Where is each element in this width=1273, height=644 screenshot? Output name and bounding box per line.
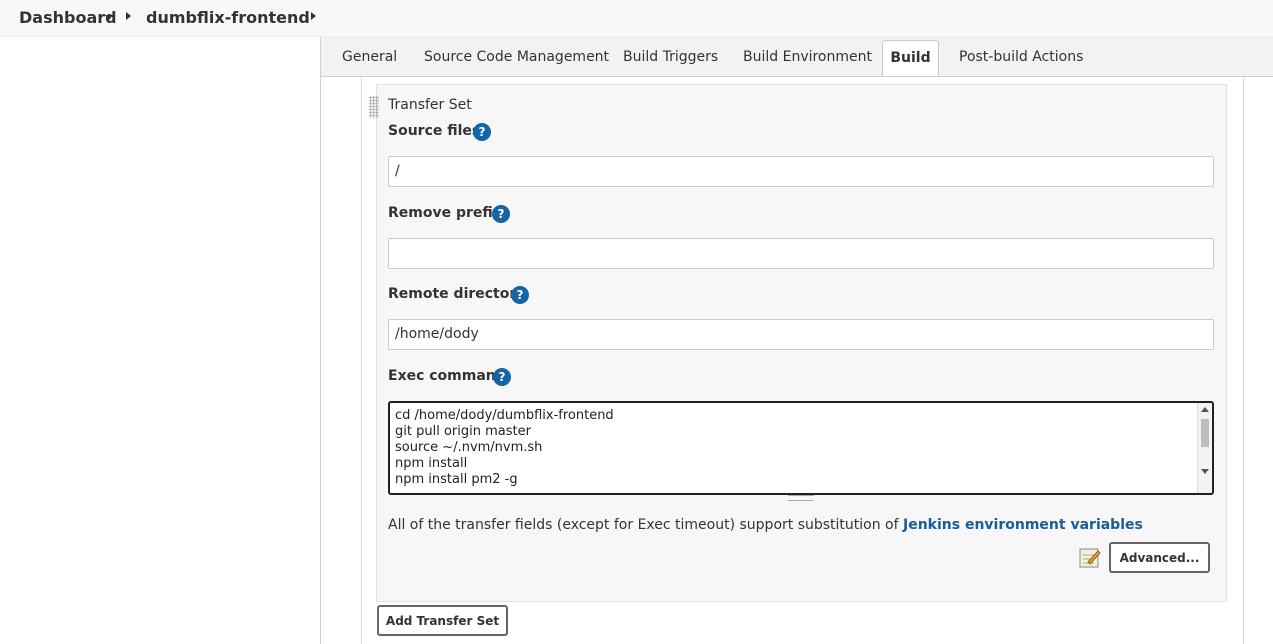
transfer-set-title: Transfer Set	[388, 97, 472, 113]
tab-source-code-management[interactable]: Source Code Management	[424, 49, 609, 65]
scrollbar[interactable]	[1197, 403, 1212, 493]
config-tabs: General Source Code Management Build Tri…	[321, 37, 1273, 77]
advanced-button[interactable]: Advanced...	[1109, 542, 1210, 573]
breadcrumb: Dashboard dumbflix-frontend	[0, 0, 1273, 37]
info-text: All of the transfer fields (except for E…	[388, 517, 904, 533]
scroll-thumb[interactable]	[1201, 419, 1209, 447]
drag-handle[interactable]	[369, 96, 379, 118]
chevron-right-icon	[126, 12, 131, 20]
remove-prefix-input[interactable]	[388, 238, 1214, 269]
chevron-down-icon[interactable]	[105, 15, 113, 20]
tab-general[interactable]: General	[342, 49, 397, 65]
help-icon[interactable]: ?	[511, 286, 529, 304]
code-line: npm install	[395, 456, 468, 471]
scroll-up-icon[interactable]	[1201, 407, 1209, 412]
source-files-input[interactable]: /	[388, 156, 1214, 187]
source-files-label: Source files	[388, 123, 481, 139]
code-line: cd /home/dody/dumbflix-frontend	[395, 408, 614, 423]
exec-command-textarea[interactable]: cd /home/dody/dumbflix-frontend git pull…	[388, 401, 1214, 495]
remote-directory-label: Remote directory	[388, 286, 526, 302]
help-icon[interactable]: ?	[473, 123, 491, 141]
substitution-info: All of the transfer fields (except for E…	[388, 517, 1143, 533]
code-line: npm install pm2 -g	[395, 472, 518, 487]
notepad-icon[interactable]	[1079, 547, 1101, 569]
add-transfer-set-button[interactable]: Add Transfer Set	[377, 605, 508, 636]
code-line: git pull origin master	[395, 424, 531, 439]
remove-prefix-label: Remove prefix	[388, 205, 502, 221]
tab-build[interactable]: Build	[882, 40, 939, 76]
jenkins-env-vars-link[interactable]: Jenkins environment variables	[903, 517, 1143, 533]
resize-handle[interactable]	[788, 495, 814, 501]
help-icon[interactable]: ?	[493, 368, 511, 386]
chevron-right-icon[interactable]	[311, 12, 316, 20]
breadcrumb-project[interactable]: dumbflix-frontend	[146, 8, 310, 27]
code-line: source ~/.nvm/nvm.sh	[395, 440, 543, 455]
remote-directory-input[interactable]: /home/dody	[388, 319, 1214, 350]
help-icon[interactable]: ?	[492, 205, 510, 223]
exec-command-label: Exec command	[388, 368, 506, 384]
breadcrumb-dashboard[interactable]: Dashboard	[19, 8, 117, 27]
tab-post-build-actions[interactable]: Post-build Actions	[959, 49, 1083, 65]
tab-build-triggers[interactable]: Build Triggers	[623, 49, 718, 65]
scroll-down-icon[interactable]	[1201, 469, 1209, 474]
tab-build-environment[interactable]: Build Environment	[743, 49, 872, 65]
